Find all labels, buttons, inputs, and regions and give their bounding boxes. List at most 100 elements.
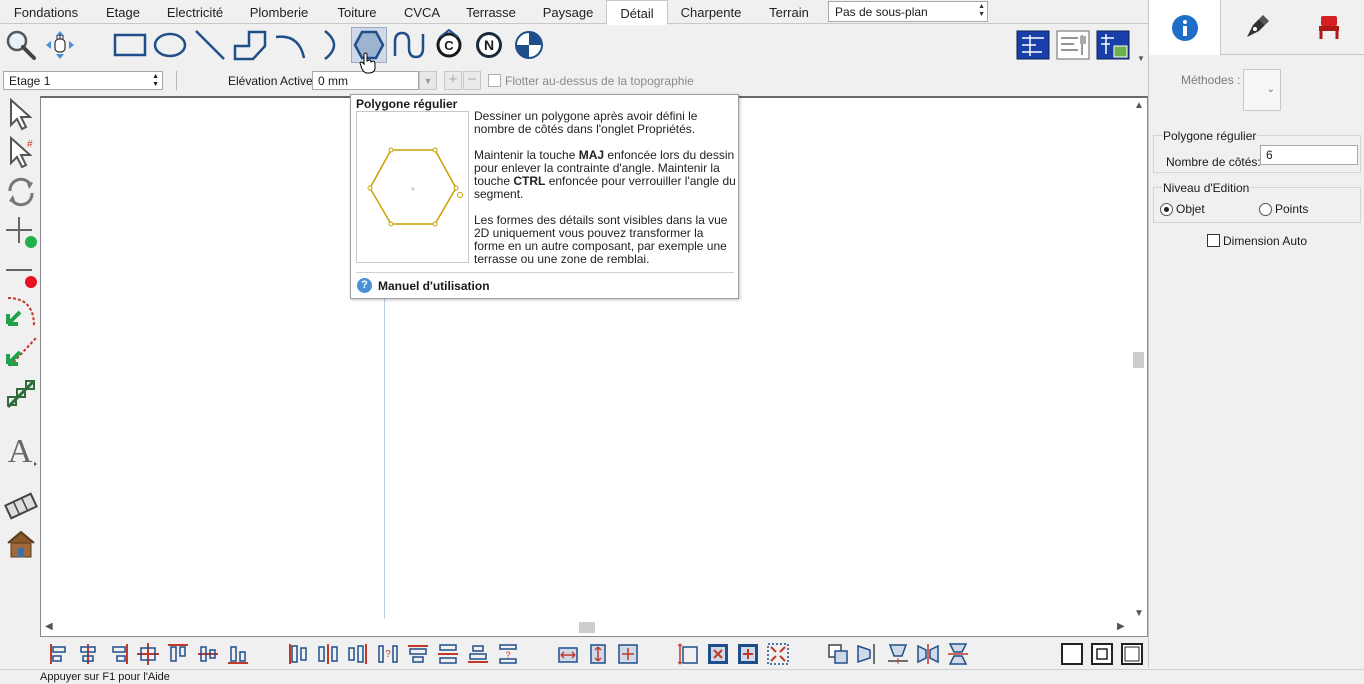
wave-curve-tool[interactable] [391,27,427,63]
tool-row: C N ▼ [0,25,1148,67]
toolbar-overflow-chevron-icon[interactable]: ▼ [1137,54,1145,63]
tab-info[interactable] [1149,0,1221,55]
subplan-select[interactable]: Pas de sous-plan ▲ ▼ [828,1,988,22]
align-top-icon[interactable] [166,642,190,666]
multi-select-arrow-icon: # [10,135,33,169]
match-size-icon[interactable] [616,642,640,666]
tab-toiture[interactable]: Toiture [322,0,392,24]
align-center-both-icon[interactable] [136,642,160,666]
distribute-center-icon[interactable] [316,642,340,666]
house-tool[interactable] [3,526,39,562]
polyline-tool[interactable] [232,27,268,63]
corner-frame-icon[interactable] [1120,642,1144,666]
rotate-tool[interactable] [3,174,39,210]
floor-select[interactable]: Etage 1 ▲ ▼ [3,71,163,90]
elevation-minus-button[interactable]: − [463,71,481,90]
horizontal-scrollbar[interactable]: ◀ ▶ [41,619,1130,636]
circle-tool[interactable] [152,27,188,63]
tab-terrain[interactable]: Terrain [754,0,824,24]
match-width-icon[interactable] [556,642,580,666]
vertical-scroll-thumb[interactable] [1133,352,1144,368]
trim-line-tool[interactable] [3,334,39,370]
distribute-left-icon[interactable] [286,642,310,666]
tab-furniture[interactable] [1293,0,1364,55]
trim-arc-tool[interactable] [3,294,39,330]
tab-etage[interactable]: Etage [92,0,154,24]
rectangle-tool[interactable] [112,27,148,63]
layout-view-button[interactable] [1055,27,1091,63]
tab-paysage[interactable]: Paysage [530,0,606,24]
distribute-right-icon[interactable] [346,642,370,666]
scroll-down-icon[interactable]: ▼ [1134,608,1144,619]
align-middle-icon[interactable] [196,642,220,666]
distribute-bottom-icon[interactable] [466,642,490,666]
tooltip-para-2-text: Maintenir la touche [474,148,579,162]
distribute-middle-icon[interactable] [436,642,460,666]
select-tool[interactable] [3,96,39,132]
tab-charpente[interactable]: Charpente [668,0,754,24]
scroll-left-icon[interactable]: ◀ [45,621,53,632]
copy-shape-icon[interactable] [826,642,850,666]
distribute-top-icon[interactable] [406,642,430,666]
align-center-h-icon[interactable] [76,642,100,666]
dimension-auto-checkbox[interactable] [1207,234,1220,247]
text-tool[interactable]: A [3,432,39,468]
object-radio[interactable] [1160,203,1173,216]
delete-point-icon [6,269,37,288]
space-horizontal-icon[interactable]: ? [376,642,400,666]
svg-text:?: ? [385,649,391,660]
float-topography-checkbox[interactable] [488,74,501,87]
delete-point-tool[interactable] [3,254,39,290]
user-manual-link[interactable]: Manuel d'utilisation [378,279,490,293]
mirror-vertical-icon[interactable] [946,642,970,666]
arc-tool[interactable] [272,27,308,63]
tab-fondations[interactable]: Fondations [0,0,92,24]
tab-terrasse[interactable]: Terrasse [452,0,530,24]
plan-view-button[interactable] [1015,27,1051,63]
vertical-scrollbar[interactable]: ▲ ▼ [1130,98,1147,621]
mirror-top-icon[interactable] [886,642,910,666]
elevation-dropdown-button[interactable]: ▼ [419,71,437,90]
sides-input[interactable]: 6 [1260,145,1358,165]
elevation-plus-button[interactable]: + [444,71,462,90]
nested-frame-icon[interactable] [1090,642,1114,666]
pan-tool[interactable] [42,27,78,63]
align-left-icon[interactable] [48,642,72,666]
north-arrow-tool[interactable]: N [471,27,507,63]
match-height-icon[interactable] [586,642,610,666]
add-point-tool[interactable] [3,214,39,250]
render-view-button[interactable] [1095,27,1131,63]
tab-plomberie[interactable]: Plomberie [236,0,322,24]
fit-expand-icon[interactable] [736,642,760,666]
zoom-tool[interactable] [3,27,39,63]
chain-tool[interactable] [3,376,39,412]
align-bottom-icon[interactable] [226,642,250,666]
fit-center-icon[interactable] [706,642,730,666]
tab-cvca[interactable]: CVCA [392,0,452,24]
hexagon-preview-icon: × [367,147,463,227]
target-marker-tool[interactable] [511,27,547,63]
single-frame-icon[interactable] [1060,642,1084,666]
tab-detail[interactable]: Détail [606,0,668,25]
half-arc-tool[interactable] [312,27,348,63]
multi-select-tool[interactable]: # [3,134,39,170]
tab-style[interactable] [1221,0,1293,55]
hand-cursor-icon [359,52,376,74]
fit-height-icon[interactable] [676,642,700,666]
align-right-icon[interactable] [106,642,130,666]
mirror-horizontal-icon[interactable] [916,642,940,666]
scroll-up-icon[interactable]: ▲ [1134,100,1144,111]
copyright-symbol-tool[interactable]: C [431,27,467,63]
horizontal-scroll-thumb[interactable] [579,622,595,633]
tab-electricite[interactable]: Electricité [154,0,236,24]
mirror-left-icon[interactable] [856,642,880,666]
film-strip-tool[interactable] [3,488,39,524]
methodes-select[interactable]: ⌄ [1243,69,1281,111]
space-vertical-icon[interactable]: ? [496,642,520,666]
help-icon[interactable]: ? [357,278,372,293]
fit-shrink-icon[interactable] [766,642,790,666]
points-radio[interactable] [1259,203,1272,216]
scroll-right-icon[interactable]: ▶ [1117,621,1125,632]
pen-nib-icon [1247,15,1269,37]
line-tool[interactable] [192,27,228,63]
